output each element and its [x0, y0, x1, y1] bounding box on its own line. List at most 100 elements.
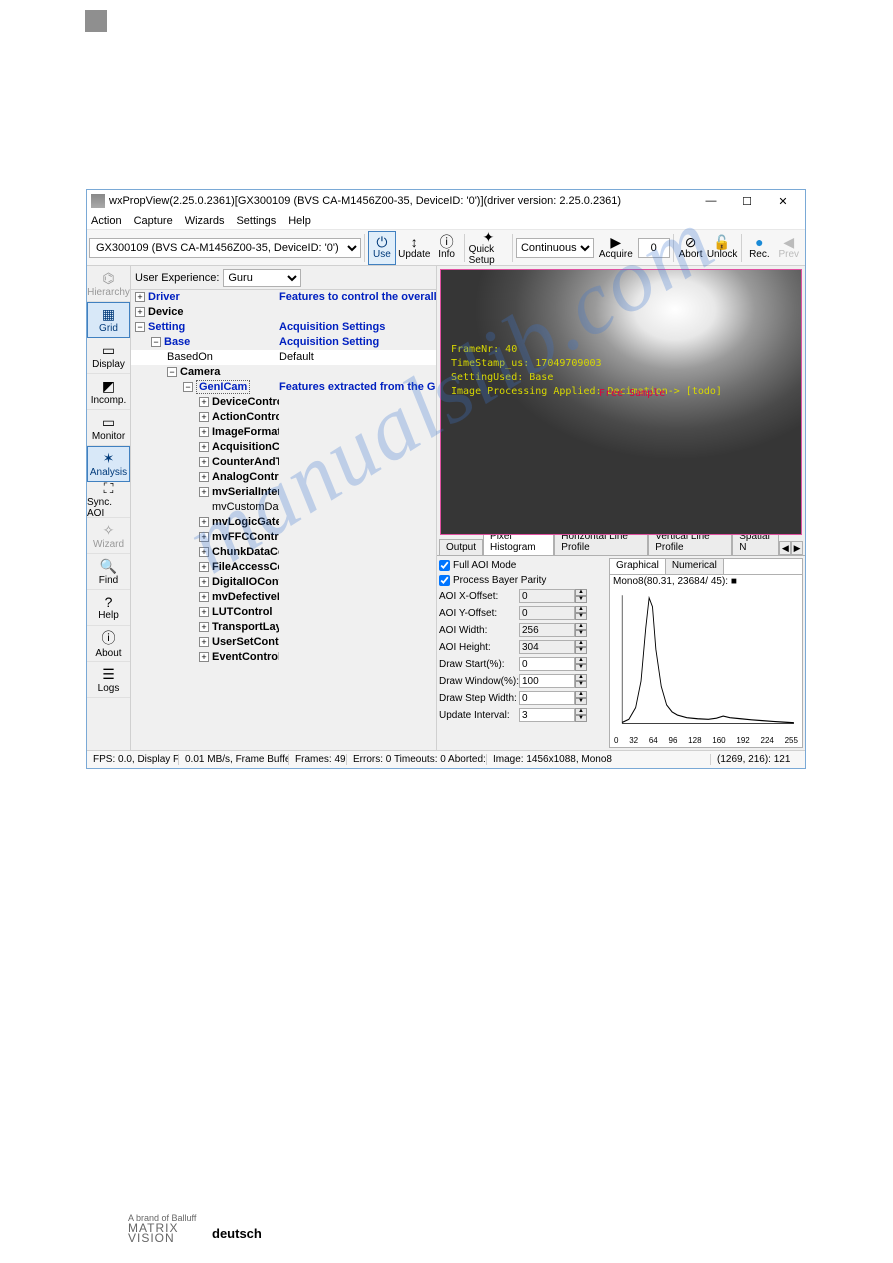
status-buffer: 0.01 MB/s, Frame Buffe...	[179, 754, 289, 765]
logs-tab[interactable]: ☰Logs	[87, 662, 130, 698]
tree-node-4[interactable]: CounterAndTimerControl	[212, 456, 279, 468]
tree-driver[interactable]: Driver	[148, 291, 180, 303]
analysis-tabs: Output Pixel Histogram Horizontal Line P…	[437, 538, 805, 556]
tab-scroll-right[interactable]: ▶	[791, 541, 803, 555]
acquire-count-input[interactable]	[638, 238, 670, 258]
aoi-x-input[interactable]	[519, 589, 575, 603]
status-frames: Frames: 49	[289, 754, 347, 765]
info-button[interactable]: ⓘInfo	[432, 231, 460, 265]
tree-node-16[interactable]: UserSetControl	[212, 636, 279, 648]
draw-step-spinner[interactable]: ▲▼	[575, 691, 587, 705]
close-button[interactable]: ✕	[765, 191, 801, 211]
aoi-y-spinner[interactable]: ▲▼	[575, 606, 587, 620]
draw-start-spinner[interactable]: ▲▼	[575, 657, 587, 671]
tree-node-5[interactable]: AnalogControl	[212, 471, 279, 483]
tree-node-0[interactable]: DeviceControl	[212, 396, 279, 408]
tree-node-14[interactable]: LUTControl	[212, 606, 272, 618]
titlebar: wxPropView(2.25.0.2361)[GX300109 (BVS CA…	[87, 190, 805, 212]
histogram-panel: Graphical Numerical Mono8(80.31, 23684/ …	[609, 558, 803, 748]
prev-button[interactable]: ◀Prev	[775, 231, 803, 265]
aoi-x-spinner[interactable]: ▲▼	[575, 589, 587, 603]
analysis-icon: ✶	[103, 450, 115, 467]
status-image: Image: 1456x1088, Mono8	[487, 754, 711, 765]
app-window: wxPropView(2.25.0.2361)[GX300109 (BVS CA…	[86, 189, 806, 769]
draw-start-input[interactable]	[519, 657, 575, 671]
wizard-tab[interactable]: ✧Wizard	[87, 518, 130, 554]
hierarchy-tab[interactable]: ⌬Hierarchy	[87, 266, 130, 302]
maximize-button[interactable]: ☐	[729, 191, 765, 211]
tab-scroll-left[interactable]: ◀	[779, 541, 791, 555]
tree-node-2[interactable]: ImageFormatControl	[212, 426, 279, 438]
menu-settings[interactable]: Settings	[236, 215, 276, 227]
menu-action[interactable]: Action	[91, 215, 122, 227]
aoi-h-spinner[interactable]: ▲▼	[575, 640, 587, 654]
image-display[interactable]: FrameNr: 40 TimeStamp_us: 17049709003 Se…	[440, 269, 802, 535]
tree-base[interactable]: Base	[164, 336, 190, 348]
histo-tab-numerical[interactable]: Numerical	[666, 559, 724, 574]
quick-setup-button[interactable]: ✦Quick Setup	[468, 231, 510, 265]
menu-capture[interactable]: Capture	[134, 215, 173, 227]
abort-button[interactable]: ⊘Abort	[676, 231, 704, 265]
acquire-mode-select[interactable]: Continuous	[516, 238, 594, 258]
tree-node-17[interactable]: EventControl	[212, 651, 279, 663]
rec-button[interactable]: ●Rec.	[745, 231, 773, 265]
footer-logo: A brand of Balluff MATRIX VISION	[128, 1213, 196, 1243]
tree-node-6[interactable]: mvSerialInterfaceControl	[212, 486, 279, 498]
draw-window-spinner[interactable]: ▲▼	[575, 674, 587, 688]
tree-node-1[interactable]: ActionControl	[212, 411, 279, 423]
about-tab[interactable]: ⓘAbout	[87, 626, 130, 662]
full-aoi-checkbox[interactable]: Full AOI Mode	[439, 558, 607, 572]
draw-window-input[interactable]	[519, 674, 575, 688]
page-marker	[85, 10, 107, 32]
update-interval-spinner[interactable]: ▲▼	[575, 708, 587, 722]
display-tab[interactable]: ▭Display	[87, 338, 130, 374]
acquire-button[interactable]: ▶Acquire	[595, 231, 637, 265]
menu-help[interactable]: Help	[288, 215, 311, 227]
update-button[interactable]: ↕Update	[397, 231, 431, 265]
syncaoi-tab[interactable]: ⛶Sync. AOI	[87, 482, 130, 518]
tree-node-13[interactable]: mvDefectivePixelCorrectionControl	[212, 591, 279, 603]
tree-node-7[interactable]: mvCustomData	[212, 501, 279, 513]
incomp-tab[interactable]: ◩Incomp.	[87, 374, 130, 410]
aoi-w-spinner[interactable]: ▲▼	[575, 623, 587, 637]
histo-x-axis: 0326496128160192224255	[610, 736, 802, 747]
tree-camera[interactable]: Camera	[180, 366, 220, 378]
monitor-tab[interactable]: ▭Monitor	[87, 410, 130, 446]
tree-node-15[interactable]: TransportLayerControl	[212, 621, 279, 633]
tree-node-8[interactable]: mvLogicGateControl	[212, 516, 279, 528]
analysis-tab[interactable]: ✶Analysis	[87, 446, 130, 482]
tree-genicam[interactable]: GenICam	[196, 380, 250, 394]
ux-select[interactable]: Guru	[223, 269, 301, 287]
histo-title: Mono8(80.31, 23684/ 45): ■	[610, 575, 802, 588]
wizard-icon: ✧	[103, 522, 115, 539]
tree-node-3[interactable]: AcquisitionControl	[212, 441, 279, 453]
histo-tab-graphical[interactable]: Graphical	[610, 559, 666, 574]
tree-node-10[interactable]: ChunkDataControl	[212, 546, 279, 558]
minimize-button[interactable]: —	[693, 191, 729, 211]
bayer-parity-checkbox[interactable]: Process Bayer Parity	[439, 573, 607, 587]
syncaoi-icon: ⛶	[104, 480, 114, 497]
status-errors: Errors: 0 Timeouts: 0 Aborted: 7 Lost: 0…	[347, 754, 487, 765]
help-tab[interactable]: ?Help	[87, 590, 130, 626]
draw-step-input[interactable]	[519, 691, 575, 705]
histogram-plot	[614, 590, 798, 734]
update-interval-input[interactable]	[519, 708, 575, 722]
unlock-button[interactable]: 🔓Unlock	[706, 231, 739, 265]
tab-output[interactable]: Output	[439, 539, 483, 555]
property-tree[interactable]: +DriverFeatures to control the overall b…	[131, 290, 436, 750]
use-button[interactable]: ⏻Use	[368, 231, 396, 265]
menu-wizards[interactable]: Wizards	[185, 215, 225, 227]
histogram-params: Full AOI Mode Process Bayer Parity AOI X…	[439, 558, 607, 748]
tree-device[interactable]: Device	[148, 306, 183, 318]
device-select[interactable]: GX300109 (BVS CA-M1456Z00-35, DeviceID: …	[89, 238, 361, 258]
tree-node-9[interactable]: mvFFCControl	[212, 531, 279, 543]
tree-setting[interactable]: Setting	[148, 321, 185, 333]
aoi-w-input[interactable]	[519, 623, 575, 637]
aoi-y-input[interactable]	[519, 606, 575, 620]
grid-tab[interactable]: ▦Grid	[87, 302, 130, 338]
tree-node-12[interactable]: DigitalIOControl	[212, 576, 279, 588]
find-tab[interactable]: 🔍Find	[87, 554, 130, 590]
tree-node-11[interactable]: FileAccessControl	[212, 561, 279, 573]
aoi-h-input[interactable]	[519, 640, 575, 654]
tree-basedon[interactable]: BasedOn	[167, 351, 213, 363]
